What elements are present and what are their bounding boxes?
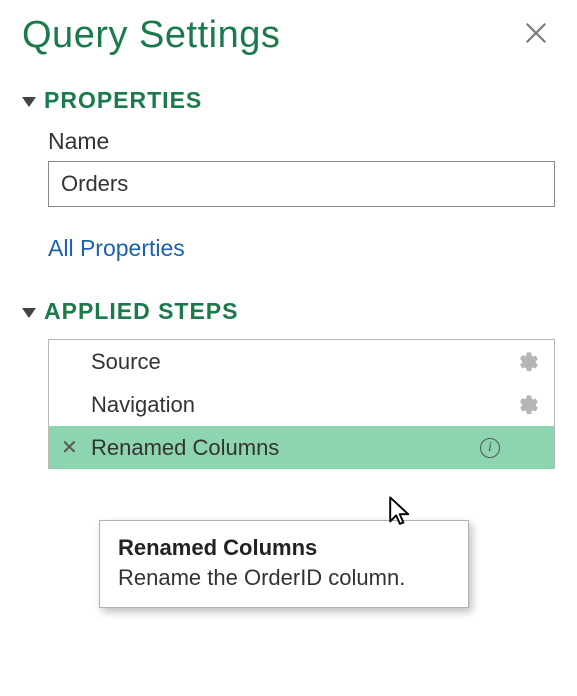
panel-header: Query Settings bbox=[22, 14, 555, 57]
collapse-caret-icon bbox=[22, 308, 36, 318]
applied-steps-section: APPLIED STEPS ✕ Source ✕ Navigation ✕ Re… bbox=[22, 298, 555, 469]
step-tooltip: Renamed Columns Rename the OrderID colum… bbox=[99, 520, 469, 608]
applied-steps-list: ✕ Source ✕ Navigation ✕ Renamed Columns … bbox=[48, 339, 555, 469]
all-properties-link[interactable]: All Properties bbox=[48, 235, 555, 262]
close-icon[interactable] bbox=[517, 20, 555, 52]
gear-icon[interactable] bbox=[518, 351, 540, 373]
properties-title: PROPERTIES bbox=[44, 87, 202, 114]
gear-icon[interactable] bbox=[518, 394, 540, 416]
properties-header[interactable]: PROPERTIES bbox=[22, 87, 555, 114]
step-label: Renamed Columns bbox=[91, 435, 480, 461]
step-label: Source bbox=[91, 349, 518, 375]
delete-step-icon[interactable]: ✕ bbox=[61, 435, 78, 460]
applied-steps-title: APPLIED STEPS bbox=[44, 298, 238, 325]
info-icon[interactable]: i bbox=[480, 438, 500, 458]
panel-title: Query Settings bbox=[22, 14, 280, 57]
applied-steps-header[interactable]: APPLIED STEPS bbox=[22, 298, 555, 325]
step-row[interactable]: ✕ Renamed Columns i bbox=[49, 426, 554, 469]
properties-section: PROPERTIES Name All Properties bbox=[22, 87, 555, 262]
name-input[interactable] bbox=[48, 161, 555, 207]
tooltip-title: Renamed Columns bbox=[118, 535, 450, 561]
query-settings-panel: Query Settings PROPERTIES Name All Prope… bbox=[0, 0, 577, 696]
step-row[interactable]: ✕ Navigation bbox=[49, 383, 554, 426]
name-label: Name bbox=[48, 128, 555, 155]
collapse-caret-icon bbox=[22, 97, 36, 107]
tooltip-description: Rename the OrderID column. bbox=[118, 565, 450, 591]
step-label: Navigation bbox=[91, 392, 518, 418]
step-row[interactable]: ✕ Source bbox=[49, 340, 554, 383]
